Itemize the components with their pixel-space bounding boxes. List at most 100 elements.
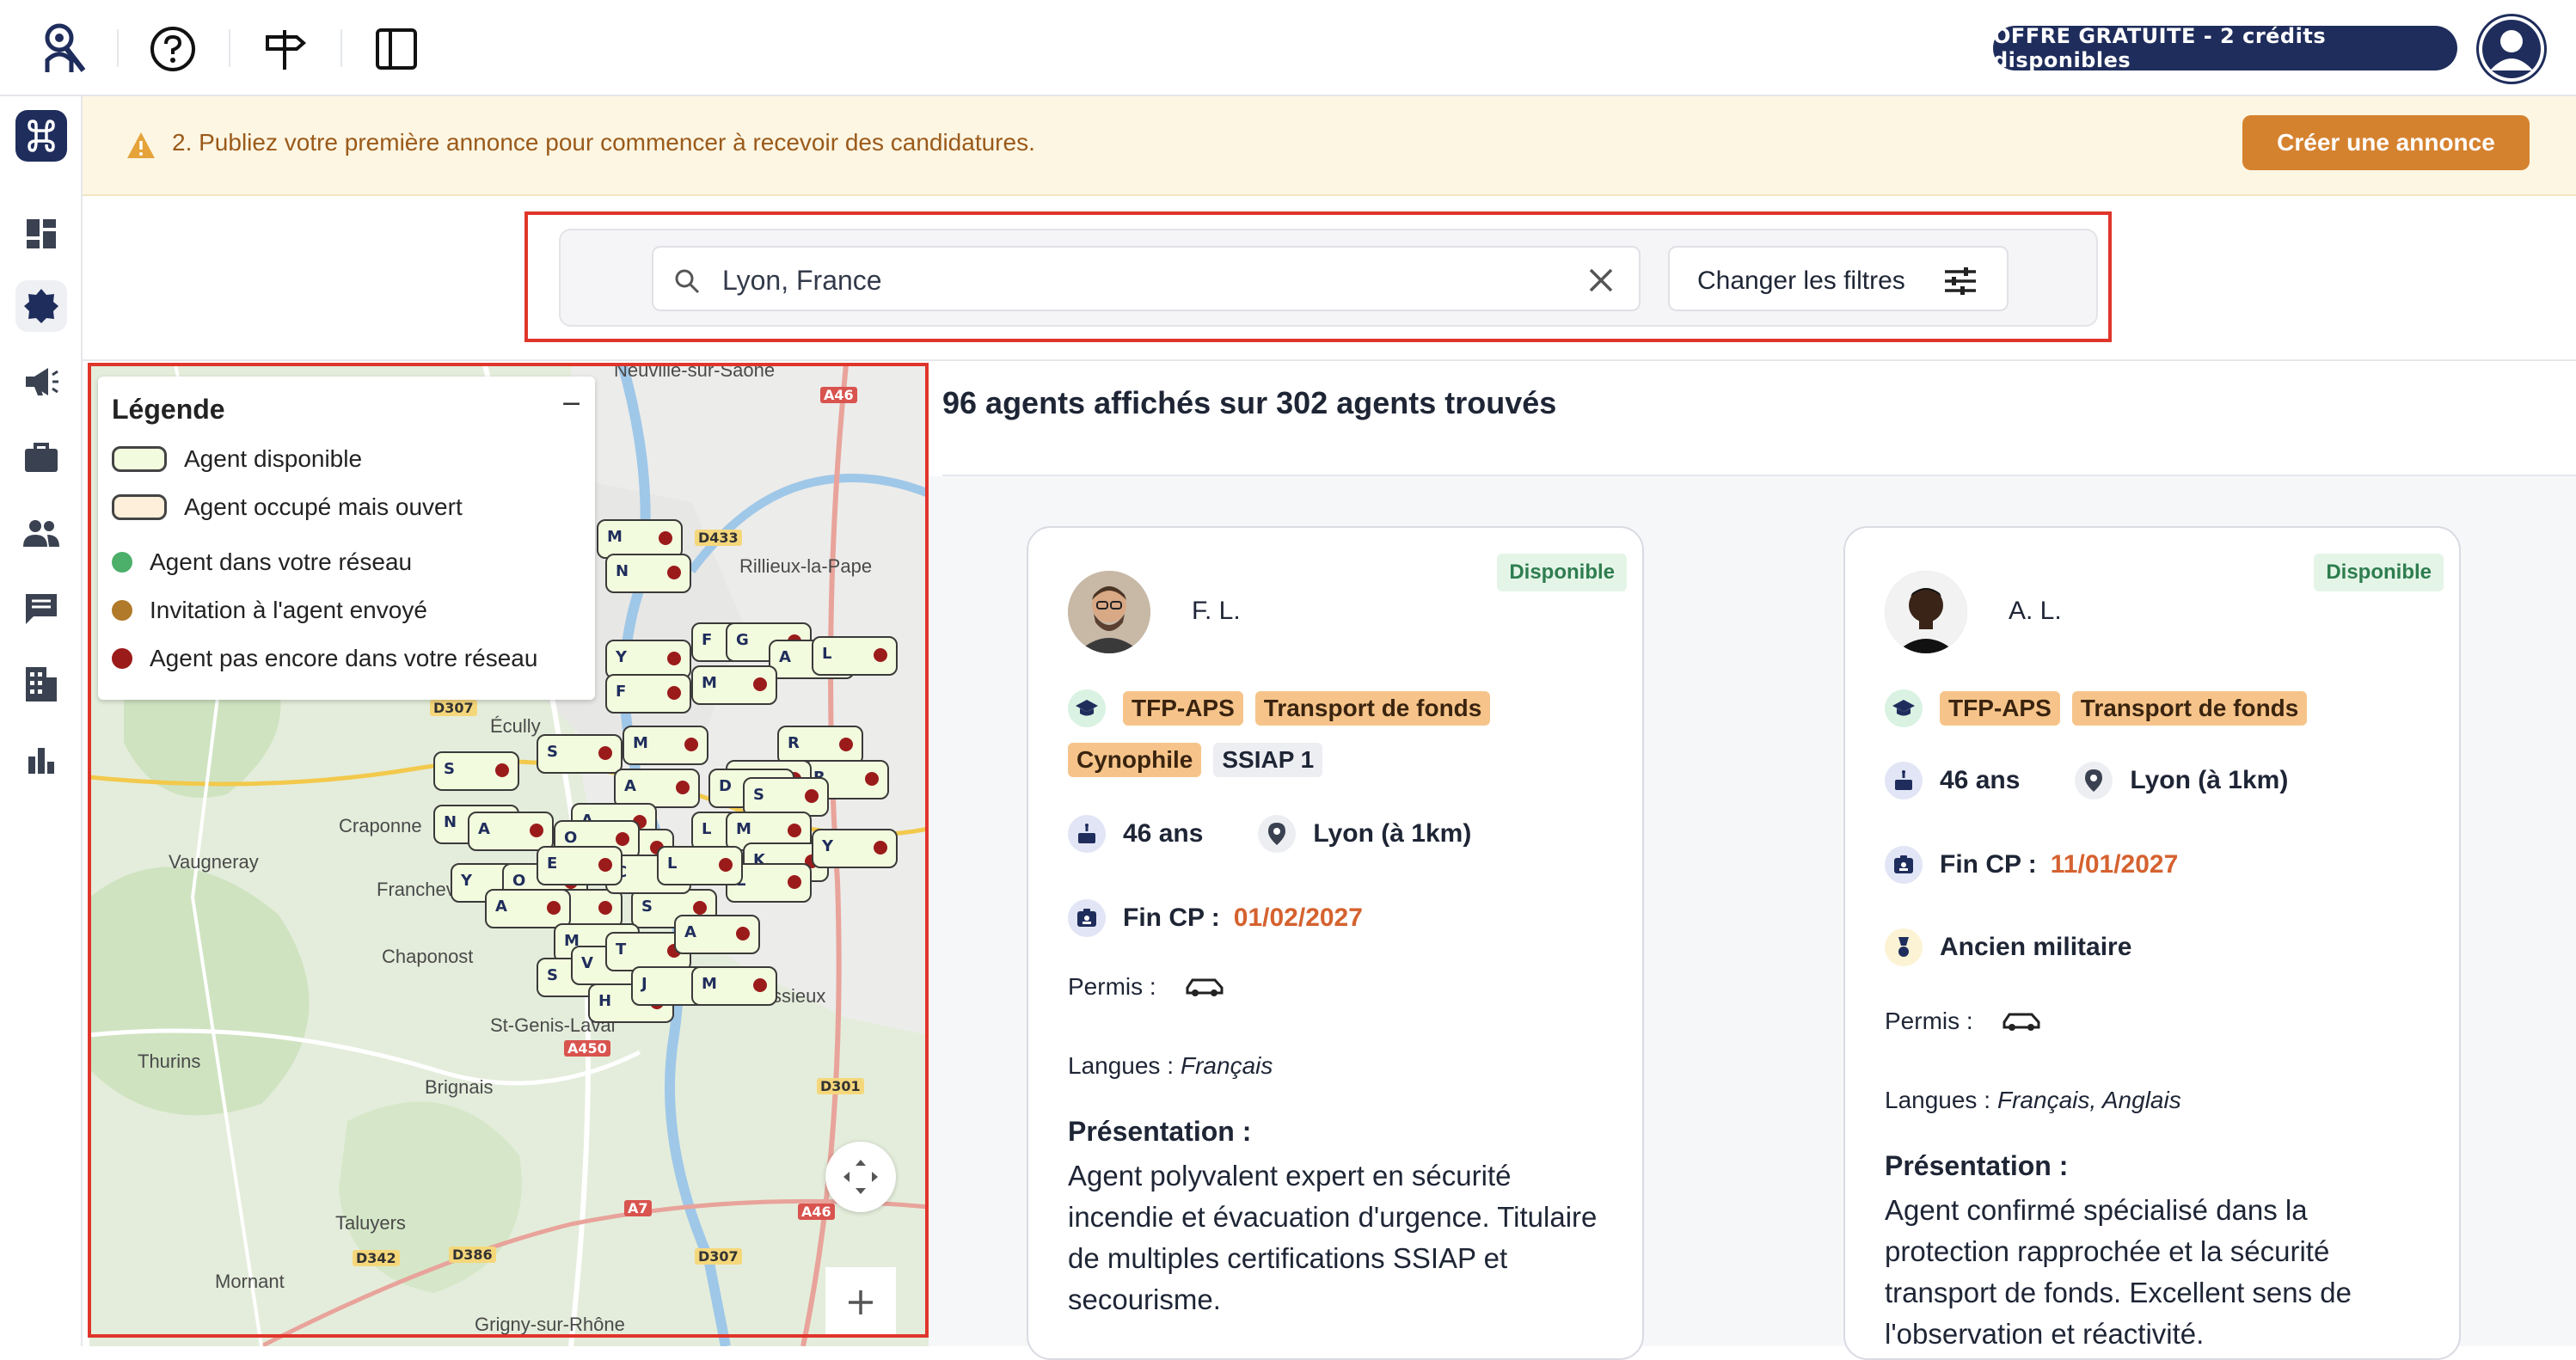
graduation-cap-icon [1885, 689, 1923, 727]
agent-map-pin[interactable]: M [623, 726, 708, 765]
agent-map-pin[interactable]: Y [812, 829, 898, 868]
id-badge-icon [1885, 846, 1923, 884]
agent-map-pin[interactable]: M [691, 665, 777, 705]
agent-map-pin[interactable]: N [605, 554, 691, 593]
location-pin-icon [1258, 815, 1297, 853]
divider [340, 29, 342, 67]
map-place-label: Thurins [138, 1051, 201, 1072]
agent-name: A. L. [2009, 597, 2062, 625]
status-badge: Disponible [2314, 554, 2444, 591]
results-count: 96 agents affichés sur 302 agents trouvé… [942, 385, 1557, 420]
recenter-icon[interactable] [825, 1142, 896, 1212]
legend-label: Agent pas encore dans votre réseau [150, 645, 538, 671]
presentation-title: Présentation : [1885, 1150, 2069, 1181]
network-status-dot [547, 901, 561, 915]
zoom-in-button[interactable] [825, 1267, 896, 1338]
map-place-label: Vaugneray [169, 851, 259, 873]
skill-tags: TFP-APS Transport de fonds [1885, 689, 2319, 727]
badge-star-icon[interactable] [15, 280, 67, 332]
network-status-dot [667, 652, 681, 665]
chat-icon[interactable] [15, 583, 67, 634]
legend-collapse-button[interactable]: − [561, 389, 582, 419]
agent-map-pin[interactable]: L [657, 846, 743, 885]
legend-title: Légende [112, 394, 225, 425]
agent-card[interactable]: Disponible F. L. TFP-APS Transport de fo… [1027, 526, 1644, 1360]
building-icon[interactable] [15, 659, 67, 710]
dashboard-icon[interactable] [15, 208, 67, 260]
agent-name: F. L. [1192, 597, 1241, 625]
bar-chart-icon[interactable] [15, 734, 67, 786]
network-status-dot [788, 824, 801, 837]
legend-item-not-in-network: Agent pas encore dans votre réseau [112, 645, 537, 672]
map-place-label: Écully [490, 715, 541, 737]
network-status-dot [805, 789, 819, 803]
langues-label: Langues : [1885, 1087, 1990, 1113]
agent-map-pin[interactable]: L [812, 636, 898, 676]
divider [117, 29, 119, 67]
sidebar [0, 96, 83, 1346]
cp-label: Fin CP : [1940, 850, 2037, 879]
age-location-row: 46 ans Lyon (à 1km) [1885, 762, 2288, 799]
military-row: Ancien militaire [1885, 928, 2131, 966]
onboarding-banner: 2. Publiez votre première annonce pour c… [83, 96, 2576, 196]
sidebar-toggle-icon[interactable] [366, 19, 426, 79]
permis-row: Permis : [1068, 973, 1225, 1001]
road-label: A450 [564, 1040, 610, 1057]
map-place-label: Neuville-sur-Saône [614, 365, 776, 381]
network-status-dot [788, 875, 801, 889]
megaphone-icon[interactable] [15, 356, 67, 407]
network-status-dot [736, 927, 750, 940]
skill-tags: TFP-APS Transport de fonds [1068, 689, 1502, 727]
clear-icon[interactable] [1587, 266, 1615, 294]
agent-map-pin[interactable]: S [537, 734, 623, 774]
cp-row: Fin CP : 11/01/2027 [1885, 846, 2178, 884]
skill-tag: SSIAP 1 [1213, 743, 1323, 777]
search-input[interactable]: Lyon, France [652, 246, 1641, 311]
permis-label: Permis : [1885, 1008, 1973, 1034]
people-icon[interactable] [15, 507, 67, 559]
signpost-icon[interactable] [255, 19, 315, 79]
map[interactable]: Neuville-sur-Saône Rillieux-la-Pape Vaug… [89, 365, 929, 1346]
agent-map-pin[interactable]: A [674, 915, 760, 954]
network-status-dot [598, 901, 612, 915]
agent-map-pin[interactable]: F [605, 674, 691, 714]
agent-map-pin[interactable]: E [537, 846, 623, 885]
offer-badge[interactable]: OFFRE GRATUITE - 2 crédits disponibles [1993, 24, 2457, 72]
agent-location: Lyon (à 1km) [1313, 819, 1472, 848]
map-place-label: Rillieux-la-Pape [739, 555, 873, 577]
briefcase-icon[interactable] [15, 432, 67, 483]
status-badge: Disponible [1497, 554, 1627, 591]
security-agent-logo-icon[interactable] [33, 19, 93, 79]
car-icon [2003, 1013, 2040, 1031]
road-label: D433 [695, 530, 742, 546]
map-place-label: Mornant [215, 1271, 285, 1292]
presentation-text: Agent polyvalent expert en sécurité ince… [1068, 1160, 1598, 1315]
car-icon [1186, 978, 1224, 996]
agent-map-pin[interactable]: A [468, 812, 554, 851]
agent-map-pin[interactable]: M [691, 966, 777, 1006]
legend-label: Invitation à l'agent envoyé [150, 597, 427, 623]
help-icon[interactable] [143, 19, 203, 79]
age-location-row: 46 ans Lyon (à 1km) [1068, 815, 1471, 853]
languages-row: Langues : Français [1068, 1052, 1273, 1080]
warning-icon [127, 132, 155, 158]
network-status-dot [874, 648, 887, 662]
divider [83, 359, 2576, 361]
command-icon[interactable] [15, 110, 67, 162]
network-status-dot [753, 978, 767, 992]
agent-card[interactable]: Disponible A. L. TFP-APS Transport de fo… [1843, 526, 2461, 1360]
legend-label: Agent occupé mais ouvert [184, 493, 463, 520]
agent-map-pin[interactable]: A [485, 889, 571, 928]
change-filters-button[interactable]: Changer les filtres [1668, 246, 2009, 311]
location-pin-icon [2075, 762, 2113, 799]
network-status-dot [684, 738, 698, 751]
agent-map-pin[interactable]: S [433, 751, 519, 791]
user-avatar[interactable] [2476, 14, 2547, 84]
create-ad-button[interactable]: Créer une annonce [2242, 115, 2530, 170]
network-status-dot [667, 686, 681, 700]
network-status-dot [865, 772, 879, 786]
langues-label: Langues : [1068, 1052, 1174, 1079]
network-status-dot [753, 677, 767, 691]
network-status-dot [839, 738, 853, 751]
map-place-label: Brignais [425, 1076, 494, 1098]
